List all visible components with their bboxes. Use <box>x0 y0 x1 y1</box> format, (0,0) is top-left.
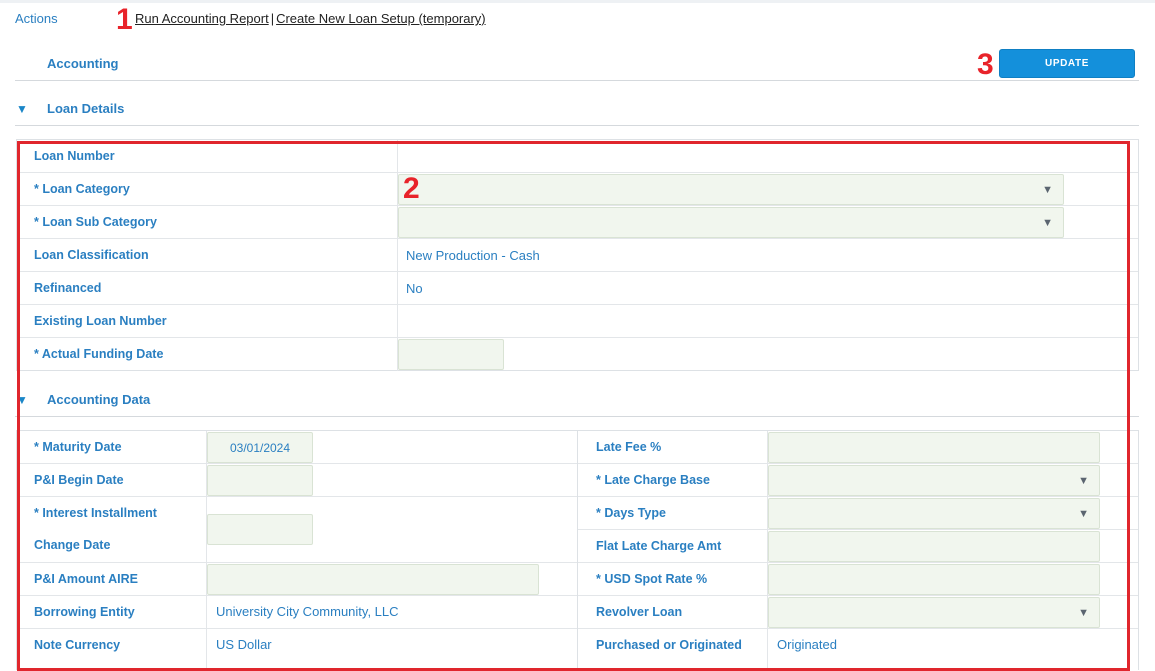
accounting-divider <box>15 80 1139 81</box>
revolver-loan-select[interactable]: ▼ <box>768 597 1100 628</box>
chevron-down-icon: ▼ <box>1042 183 1053 196</box>
table-row: * Days Type ▼ <box>578 497 1138 530</box>
run-accounting-report-link[interactable]: Run Accounting Report <box>135 11 269 26</box>
late-fee-input[interactable] <box>768 432 1100 463</box>
table-row: * Actual Funding Date <box>17 338 1138 371</box>
table-row: * Loan Category ▼ <box>17 173 1138 206</box>
table-row: Loan Number <box>17 140 1138 173</box>
loan-details-divider <box>15 125 1139 126</box>
flat-late-charge-amt-input[interactable] <box>768 531 1100 562</box>
interest-installment-change-date-input[interactable] <box>207 514 313 545</box>
borrowing-entity-label: Borrowing Entity <box>34 605 135 619</box>
note-currency-label: Note Currency <box>34 638 121 652</box>
loan-sub-category-label: * Loan Sub Category <box>34 215 157 229</box>
table-row: * USD Spot Rate % <box>578 563 1138 596</box>
table-row: Existing Loan Number <box>17 305 1138 338</box>
interest-installment-label: * Interest Installment <box>34 506 157 520</box>
pi-begin-date-label: P&I Begin Date <box>34 473 124 487</box>
accounting-title: Accounting <box>47 56 119 71</box>
usd-spot-rate-input[interactable] <box>768 564 1100 595</box>
existing-loan-number-label: Existing Loan Number <box>34 314 167 328</box>
refinanced-value: No <box>406 281 423 296</box>
loan-number-label: Loan Number <box>34 149 115 163</box>
late-charge-base-label: * Late Charge Base <box>596 473 710 487</box>
link-separator: | <box>270 11 275 26</box>
accounting-data-title[interactable]: Accounting Data <box>47 392 150 407</box>
purchased-or-originated-value: Originated <box>777 637 837 652</box>
maturity-date-input[interactable]: 03/01/2024 <box>207 432 313 463</box>
table-row: * Interest Installment Change Date <box>17 497 577 563</box>
table-row: Revolver Loan ▼ <box>578 596 1138 629</box>
days-type-select[interactable]: ▼ <box>768 498 1100 529</box>
triangle-down-icon[interactable]: ▼ <box>16 393 28 407</box>
triangle-down-icon[interactable]: ▼ <box>16 102 28 116</box>
table-row: P&I Begin Date <box>17 464 577 497</box>
table-row: Flat Late Charge Amt <box>578 530 1138 563</box>
pi-amount-aire-label: P&I Amount AIRE <box>34 572 138 586</box>
actual-funding-date-input[interactable] <box>398 339 504 370</box>
maturity-date-label: * Maturity Date <box>34 440 122 454</box>
pi-begin-date-input[interactable] <box>207 465 313 496</box>
create-new-loan-setup-link[interactable]: Create New Loan Setup (temporary) <box>276 11 486 26</box>
table-row: Note Currency US Dollar <box>17 629 577 662</box>
change-date-label: Change Date <box>34 538 111 552</box>
loan-category-label: * Loan Category <box>34 182 130 196</box>
actual-funding-date-label: * Actual Funding Date <box>34 347 164 361</box>
annotation-marker-2: 2 <box>403 172 420 205</box>
table-row: * Late Charge Base ▼ <box>578 464 1138 497</box>
table-row: Purchased or Originated Originated <box>578 629 1138 662</box>
revolver-loan-label: Revolver Loan <box>596 605 683 619</box>
table-row: Borrowing Entity University City Communi… <box>17 596 577 629</box>
accounting-data-right-table: Late Fee % * Late Charge Base ▼ * Days T… <box>578 430 1139 671</box>
purchased-or-originated-label: Purchased or Originated <box>596 638 742 652</box>
pi-amount-aire-input[interactable] <box>207 564 539 595</box>
table-row: Late Fee % <box>578 431 1138 464</box>
loan-classification-value: New Production - Cash <box>406 248 540 263</box>
loan-sub-category-select[interactable]: ▼ <box>398 207 1064 238</box>
flat-late-charge-amt-label: Flat Late Charge Amt <box>596 539 722 553</box>
note-currency-value: US Dollar <box>216 637 272 652</box>
maturity-date-value: 03/01/2024 <box>229 440 291 455</box>
days-type-label: * Days Type <box>596 506 666 520</box>
table-row: * Maturity Date 03/01/2024 <box>17 431 577 464</box>
update-button[interactable]: UPDATE <box>999 49 1135 78</box>
chevron-down-icon: ▼ <box>1078 606 1089 619</box>
refinanced-label: Refinanced <box>34 281 102 295</box>
top-border <box>0 0 1155 3</box>
loan-details-table: Loan Number * Loan Category ▼ * Loan Sub… <box>16 139 1139 371</box>
chevron-down-icon: ▼ <box>1078 474 1089 487</box>
annotation-marker-3: 3 <box>977 48 994 81</box>
annotation-marker-1: 1 <box>116 3 133 36</box>
chevron-down-icon: ▼ <box>1042 216 1053 229</box>
table-row: Refinanced No <box>17 272 1138 305</box>
usd-spot-rate-label: * USD Spot Rate % <box>596 572 708 586</box>
action-links: Run Accounting Report | Create New Loan Se… <box>135 11 486 26</box>
loan-classification-label: Loan Classification <box>34 248 149 262</box>
table-row: * Loan Sub Category ▼ <box>17 206 1138 239</box>
chevron-down-icon: ▼ <box>1078 507 1089 520</box>
accounting-data-divider <box>15 416 1139 417</box>
late-charge-base-select[interactable]: ▼ <box>768 465 1100 496</box>
loan-category-select[interactable]: ▼ <box>398 174 1064 205</box>
table-row: Loan Classification New Production - Cas… <box>17 239 1138 272</box>
late-fee-label: Late Fee % <box>596 440 662 454</box>
loan-details-title[interactable]: Loan Details <box>47 101 124 116</box>
borrowing-entity-value: University City Community, LLC <box>216 604 399 619</box>
table-row: P&I Amount AIRE <box>17 563 577 596</box>
accounting-data-left-table: * Maturity Date 03/01/2024 P&I Begin Dat… <box>16 430 578 671</box>
actions-label: Actions <box>15 11 58 26</box>
